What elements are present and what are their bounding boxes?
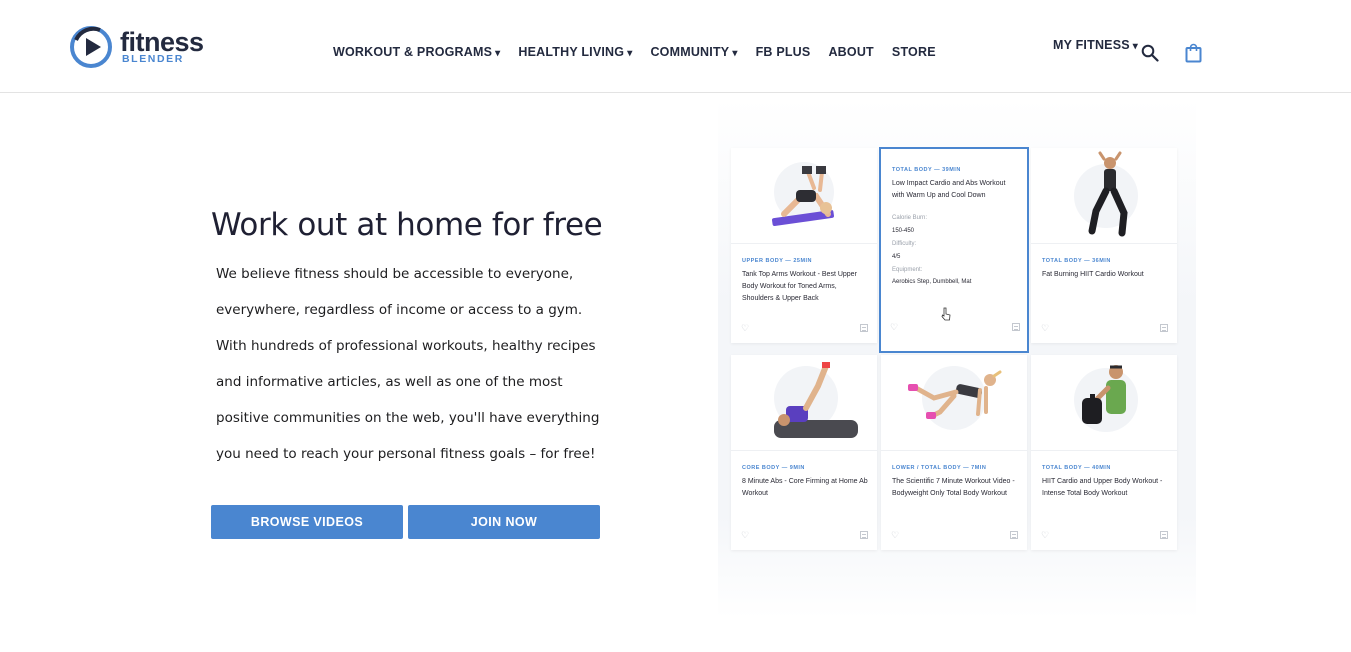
calendar-icon[interactable]	[1160, 324, 1168, 332]
chevron-down-icon: ▾	[1132, 41, 1139, 52]
video-card[interactable]: TOTAL BODY — 36MIN Fat Burning HIIT Card…	[1031, 148, 1177, 343]
video-card-hovered[interactable]: TOTAL BODY — 39MIN Low Impact Cardio and…	[879, 147, 1029, 353]
nav-label: COMMUNITY	[650, 45, 730, 59]
woman-lunge-illustration	[1074, 151, 1138, 236]
chevron-down-icon: ▾	[732, 48, 738, 59]
calendar-icon[interactable]	[1012, 323, 1020, 331]
video-title[interactable]: HIIT Cardio and Upper Body Workout - Int…	[1042, 476, 1168, 500]
nav-healthy-living[interactable]: HEALTHY LIVING ▾	[518, 45, 632, 59]
woman-glute-bridge-illustration	[772, 161, 834, 226]
search-icon[interactable]	[1141, 44, 1159, 62]
browse-videos-button[interactable]: BROWSE VIDEOS	[211, 505, 403, 539]
chevron-down-icon: ▾	[627, 48, 633, 59]
nav-workout-programs[interactable]: WORKOUT & PROGRAMS ▾	[333, 45, 500, 59]
card-divider	[881, 450, 1027, 451]
fitness-blender-logo[interactable]: fitness BLENDER	[70, 26, 204, 68]
video-card[interactable]: CORE BODY — 9MIN 8 Minute Abs - Core Fir…	[731, 355, 877, 550]
video-title[interactable]: Low Impact Cardio and Abs Workout with W…	[892, 178, 1018, 202]
man-kettlebell-illustration	[1074, 364, 1138, 432]
equipment-label: Equipment:	[892, 267, 923, 273]
calendar-icon[interactable]	[1010, 531, 1018, 539]
video-card[interactable]: LOWER / TOTAL BODY — 7MIN The Scientific…	[881, 355, 1027, 550]
card-divider	[1031, 450, 1177, 451]
my-fitness-label: MY FITNESS	[1053, 38, 1130, 52]
nav-label: ABOUT	[828, 45, 874, 59]
logo-play-icon	[70, 26, 112, 68]
account-nav: MY FITNESS ▾	[1053, 38, 1138, 52]
difficulty-value: 4/5	[892, 254, 901, 260]
nav-label: WORKOUT & PROGRAMS	[333, 45, 493, 59]
nav-fb-plus[interactable]: FB PLUS	[756, 45, 811, 59]
video-thumbnail[interactable]	[881, 355, 1027, 450]
heart-icon[interactable]: ♡	[741, 530, 749, 541]
logo-wordmark: fitness	[120, 27, 204, 58]
chevron-down-icon: ▾	[495, 48, 501, 59]
calorie-burn-label: Calorie Burn:	[892, 215, 928, 221]
heart-icon[interactable]: ♡	[1041, 530, 1049, 541]
site-header: fitness BLENDER WORKOUT & PROGRAMS ▾ HEAL…	[0, 0, 1351, 93]
hero-title: Work out at home for free	[211, 207, 603, 243]
video-card[interactable]: TOTAL BODY — 40MIN HIIT Cardio and Upper…	[1031, 355, 1177, 550]
video-category: TOTAL BODY — 40MIN	[1042, 465, 1111, 471]
calendar-icon[interactable]	[860, 531, 868, 539]
video-category: TOTAL BODY — 39MIN	[892, 167, 961, 173]
card-divider	[1031, 243, 1177, 244]
my-fitness-menu[interactable]: MY FITNESS ▾	[1053, 38, 1138, 52]
nav-label: STORE	[891, 45, 936, 59]
shopping-bag-icon[interactable]	[1185, 43, 1202, 63]
nav-community[interactable]: COMMUNITY ▾	[650, 45, 737, 59]
man-ab-crunch-illustration	[774, 361, 858, 438]
video-title[interactable]: Fat Burning HIIT Cardio Workout	[1042, 269, 1168, 281]
main-nav: WORKOUT & PROGRAMS ▾ HEALTHY LIVING ▾ COMM…	[333, 45, 954, 59]
video-category: TOTAL BODY — 36MIN	[1042, 258, 1111, 264]
video-thumbnail[interactable]	[1031, 148, 1177, 243]
equipment-value: Aerobics Step, Dumbbell, Mat	[892, 279, 972, 285]
calorie-burn-value: 150-450	[892, 228, 915, 234]
heart-icon[interactable]: ♡	[891, 530, 899, 541]
card-divider	[731, 243, 877, 244]
woman-plank-kick-illustration	[908, 365, 1002, 430]
nav-label: HEALTHY LIVING	[518, 45, 625, 59]
video-category: LOWER / TOTAL BODY — 7MIN	[892, 465, 987, 471]
heart-icon[interactable]: ♡	[890, 322, 898, 333]
nav-store[interactable]: STORE	[892, 45, 936, 59]
hero-description: We believe fitness should be accessible …	[216, 266, 600, 462]
nav-about[interactable]: ABOUT	[828, 45, 873, 59]
video-thumbnail[interactable]	[731, 355, 877, 450]
video-thumbnail[interactable]	[731, 148, 877, 243]
card-divider	[731, 450, 877, 451]
featured-videos-grid: UPPER BODY — 25MIN Tank Top Arms Workout…	[718, 98, 1196, 618]
video-title[interactable]: Tank Top Arms Workout - Best Upper Body …	[742, 269, 868, 305]
calendar-icon[interactable]	[1160, 531, 1168, 539]
video-category: CORE BODY — 9MIN	[742, 465, 805, 471]
video-category: UPPER BODY — 25MIN	[742, 258, 813, 264]
calendar-icon[interactable]	[860, 324, 868, 332]
heart-icon[interactable]: ♡	[1041, 323, 1049, 334]
video-thumbnail[interactable]	[1031, 355, 1177, 450]
join-now-button[interactable]: JOIN NOW	[408, 505, 600, 539]
nav-label: FB PLUS	[755, 45, 811, 59]
difficulty-label: Difficulty:	[892, 241, 917, 247]
heart-icon[interactable]: ♡	[741, 323, 749, 334]
video-title[interactable]: 8 Minute Abs - Core Firming at Home Ab W…	[742, 476, 868, 500]
mouse-pointer-icon	[941, 307, 951, 321]
video-title[interactable]: The Scientific 7 Minute Workout Video - …	[892, 476, 1018, 500]
video-card[interactable]: UPPER BODY — 25MIN Tank Top Arms Workout…	[731, 148, 877, 343]
